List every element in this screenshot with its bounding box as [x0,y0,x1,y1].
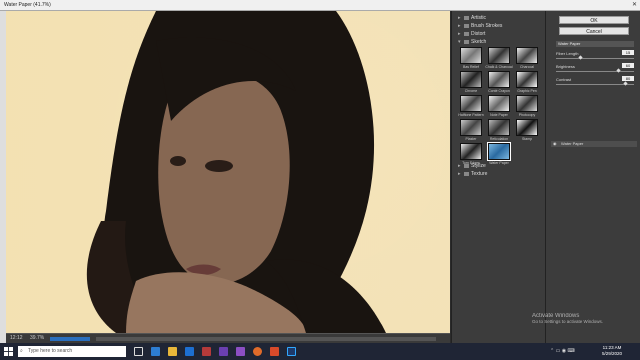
folder-icon [464,172,469,176]
clock-date: 5/29/2020 [601,351,623,356]
horizontal-scrollbar-track[interactable] [96,337,436,341]
folder-icon [464,32,469,36]
filter-thumb-water-paper[interactable] [487,142,511,161]
filter-thumb-chalk-charcoal[interactable] [488,47,510,64]
taskbar-search-input[interactable]: ⌕ Type here to search [18,346,126,357]
folder-distort[interactable]: ▸ Distort [458,31,485,37]
param-contrast: Contrast 80 [556,76,634,86]
param-slider[interactable] [556,71,634,72]
folder-icon [464,16,469,20]
zoom-value[interactable]: 39.7% [30,335,44,341]
app-icon[interactable] [202,347,211,356]
firefox-icon[interactable] [253,347,262,356]
param-value-input[interactable]: 80 [622,76,634,81]
param-value-input[interactable]: 60 [622,63,634,68]
file-explorer-icon[interactable] [168,347,177,356]
param-label: Brightness [556,64,575,69]
filter-thumb-label: Graphic Pen [517,89,537,93]
filter-thumb-cont-crayon[interactable] [488,71,510,88]
system-tray[interactable]: ⌃ ▭ ◉ ⌨ [550,348,575,354]
folder-texture[interactable]: ▸ Texture [458,171,487,177]
filter-thumb-label: Halftone Pattern [458,113,484,117]
filter-thumb-label: Note Paper [490,113,508,117]
param-value-input[interactable]: 15 [622,50,634,55]
horizontal-scrollbar-thumb[interactable] [50,337,90,341]
watermark-subtitle: Go to Settings to activate Windows. [532,319,604,324]
filter-thumb-label: Plaster [465,137,477,141]
filter-thumb-chrome[interactable] [460,71,482,88]
search-placeholder: Type here to search [28,348,73,354]
windows-taskbar: ⌕ Type here to search ⌃ ▭ ◉ ⌨ 11:23 AM 5… [0,343,640,360]
filter-thumb-graphic-pen[interactable] [516,71,538,88]
param-brightness: Brightness 60 [556,63,634,73]
filter-thumb-label: Stamp [521,137,533,141]
filter-gallery-panel: ▸ Artistic ▸ Brush Strokes ▸ Distort ▾ Sketc… [451,11,545,343]
folder-sketch[interactable]: ▾ Sketch [458,39,486,45]
effect-layer-item[interactable]: ◉ Water Paper [551,141,637,147]
effect-layer-label: Water Paper [561,141,584,146]
preview-footer: 12:12 39.7% [6,333,450,343]
halftone-texture [6,11,450,333]
filter-thumb-charcoal[interactable] [516,47,538,64]
store-icon[interactable] [185,347,194,356]
filter-thumb-plaster[interactable] [460,119,482,136]
filter-thumb-label: Reticulation [489,137,509,141]
taskbar-clock[interactable]: 11:23 AM 5/29/2020 [597,345,627,357]
filter-thumb-halftone-pattern[interactable] [460,95,482,112]
folder-stylize[interactable]: ▸ Stylize [458,163,486,169]
app-icon[interactable] [236,347,245,356]
folder-brush-strokes[interactable]: ▸ Brush Strokes [458,23,502,29]
param-label: Contrast [556,77,572,82]
filter-thumb-torn-edges[interactable] [460,143,482,160]
premiere-icon[interactable] [219,347,228,356]
folder-artistic[interactable]: ▸ Artistic [458,15,486,21]
filter-thumb-stamp[interactable] [516,119,538,136]
filter-thumb-label: Chrome [464,89,478,93]
filter-thumb-label: Water Paper [489,161,509,165]
edge-icon[interactable] [151,347,160,356]
param-slider[interactable] [556,84,634,85]
task-view-icon[interactable] [134,347,143,356]
ok-button[interactable]: OK [559,16,629,24]
eye-icon[interactable]: ◉ [553,141,557,147]
filter-preview-canvas[interactable] [6,11,450,333]
app-icon[interactable] [270,347,279,356]
filter-thumb-label: Chalk & Charcoal [485,65,513,69]
filter-thumb-reticulation[interactable] [488,119,510,136]
filter-thumb-label: Bas Relief [463,65,479,69]
filter-thumb-label: Photocopy [518,113,536,117]
zoom-label[interactable]: 12:12 [10,335,23,341]
windows-start-icon[interactable] [4,347,13,356]
filter-thumb-note-paper[interactable] [488,95,510,112]
activate-windows-watermark: Activate Windows Go to Settings to activ… [532,313,603,324]
folder-icon [464,164,469,168]
folder-icon [464,40,469,44]
filter-settings-panel: OK Cancel Water Paper Fiber Length 15 Br… [545,11,640,343]
filter-select[interactable]: Water Paper [556,41,634,47]
param-label: Fiber Length [556,51,579,56]
window-title: Water Paper (41.7%) [4,2,51,8]
filter-thumb-label: Conté Crayon [488,89,510,93]
window-title-bar: Water Paper (41.7%) ✕ [0,0,640,11]
filter-thumb-label: Charcoal [519,65,534,69]
photoshop-icon[interactable] [287,347,296,356]
filter-thumb-photocopy[interactable] [516,95,538,112]
filter-thumb-bas-relief[interactable] [460,47,482,64]
param-fiber-length: Fiber Length 15 [556,50,634,60]
param-slider[interactable] [556,58,634,59]
cancel-button[interactable]: Cancel [559,27,629,35]
folder-icon [464,24,469,28]
close-icon[interactable]: ✕ [632,0,637,11]
search-icon: ⌕ [20,348,23,354]
